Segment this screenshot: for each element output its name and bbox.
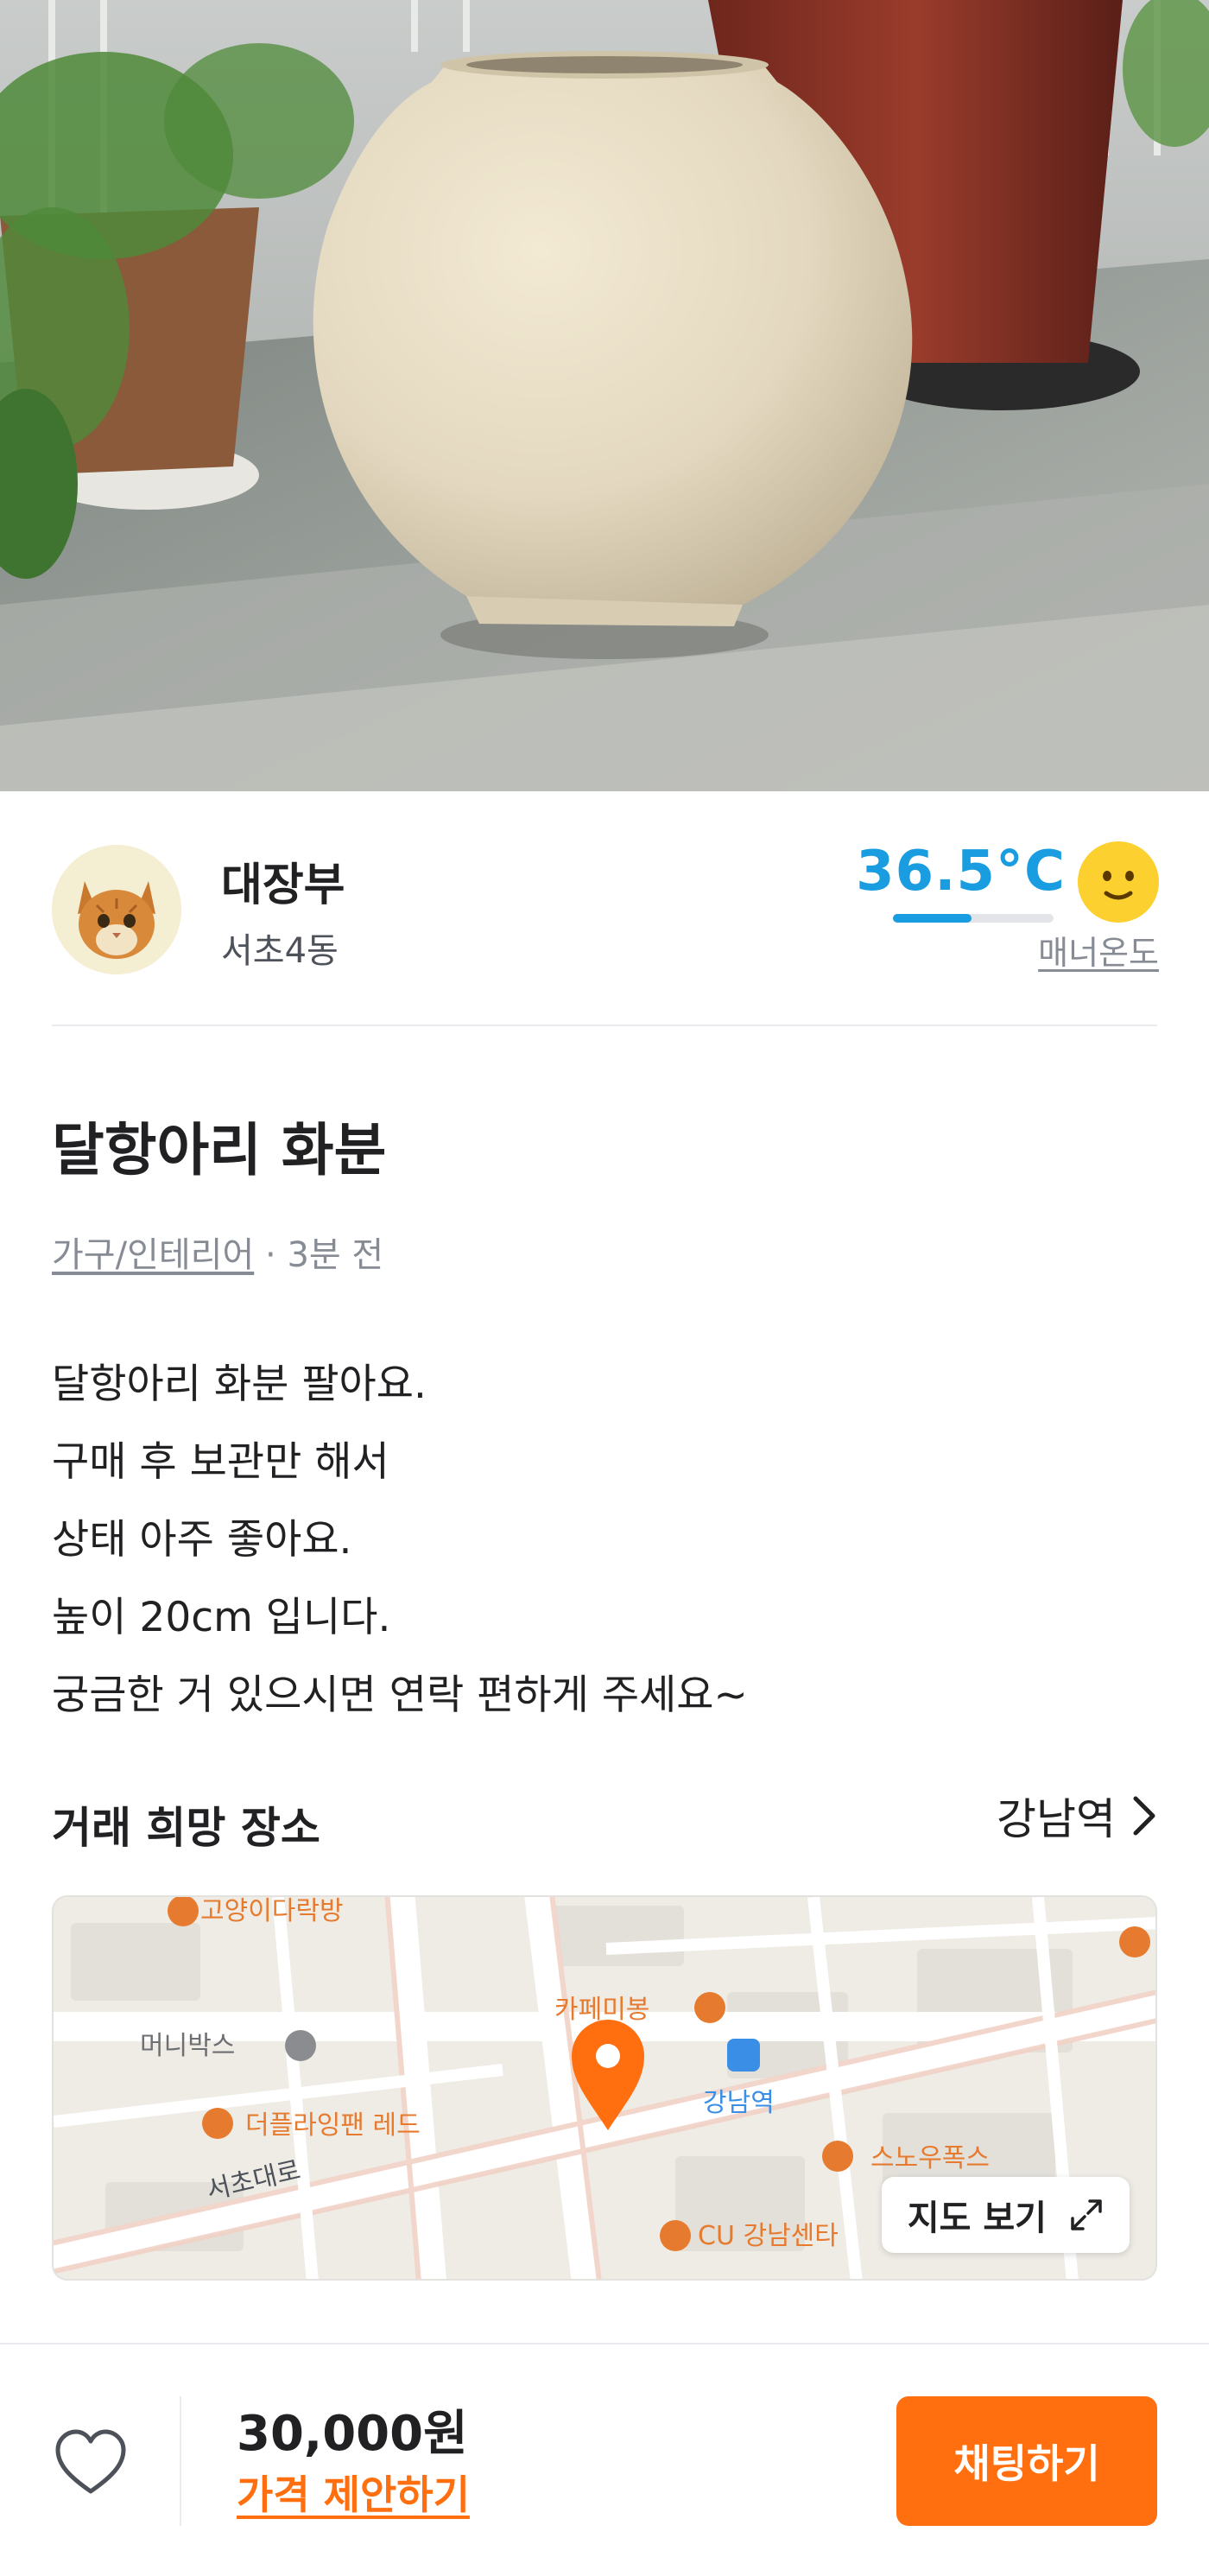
map-label-station: 강남역 [703, 2088, 775, 2118]
trade-place-map[interactable]: 고양이다락방 카페미봉 더플라잉팬 레드 스노우폭스 CU 강남센타 머니박스 … [52, 1895, 1157, 2281]
price-offer-link[interactable]: 가격 제안하기 [237, 2464, 470, 2521]
map-label-cat-cafe: 고양이다락방 [200, 1897, 344, 1926]
cat-avatar-image [52, 845, 181, 974]
map-label-red-cafe: 더플라잉팬 레드 [245, 2110, 421, 2141]
trade-place-label: 거래 희망 장소 [52, 1803, 320, 1853]
price: 30,000원 [237, 2406, 468, 2462]
description-line: 궁금한 거 있으시면 연락 편하게 주세요~ [52, 1672, 748, 1719]
description-line: 상태 아주 좋아요. [52, 1516, 352, 1564]
manner-temperature-label[interactable]: 매너온도 [1038, 926, 1159, 974]
map-label-cu-store: CU 강남센타 [698, 2221, 839, 2251]
profile-divider [52, 1025, 1157, 1026]
view-map-label: 지도 보기 [907, 2198, 1047, 2238]
trade-place-name: 강남역 [997, 1794, 1116, 1844]
post-meta: 가구/인테리어 · 3분 전 [52, 1227, 383, 1277]
meta-separator: · [254, 1235, 288, 1275]
manner-temperature: 36.5°C [856, 840, 1066, 904]
chevron-right-icon [1133, 1796, 1155, 1836]
heart-outline-icon[interactable] [54, 2427, 128, 2497]
description-line: 달항아리 화분 팔아요. [52, 1361, 427, 1408]
seller-profile[interactable]: 대장부 서초4동 36.5°C 매너온도 [0, 791, 1209, 1026]
chat-button[interactable]: 채팅하기 [896, 2396, 1157, 2526]
trade-place-link[interactable]: 강남역 [997, 1785, 1157, 1847]
description-line: 구매 후 보관만 해서 [52, 1438, 389, 1486]
manner-temperature-fill [893, 914, 972, 923]
description-line: 높이 20cm 입니다. [52, 1594, 391, 1641]
seller-avatar[interactable] [52, 845, 181, 974]
map-label-snow-fox: 스노우폭스 [870, 2143, 990, 2173]
view-map-button[interactable]: 지도 보기 [881, 2177, 1130, 2253]
manner-temperature-bar [893, 914, 1054, 923]
expand-icon [1071, 2199, 1102, 2230]
post-time: 3분 전 [287, 1235, 384, 1275]
bottom-divider [180, 2396, 181, 2526]
seller-nickname[interactable]: 대장부 [221, 848, 345, 913]
product-photo[interactable] [0, 0, 1209, 791]
post-description: 달항아리 화분 팔아요. 구매 후 보관만 해서 상태 아주 좋아요. 높이 2… [52, 1346, 1157, 1735]
post-category[interactable]: 가구/인테리어 [52, 1235, 254, 1275]
smile-face-icon [1078, 841, 1159, 923]
seller-region: 서초4동 [221, 931, 339, 971]
map-label-money-box: 머니박스 [140, 2031, 235, 2061]
bottom-action-bar: 30,000원 가격 제안하기 채팅하기 [0, 2343, 1209, 2576]
post-title: 달항아리 화분 [52, 1117, 387, 1183]
product-photo-image [0, 0, 1209, 791]
